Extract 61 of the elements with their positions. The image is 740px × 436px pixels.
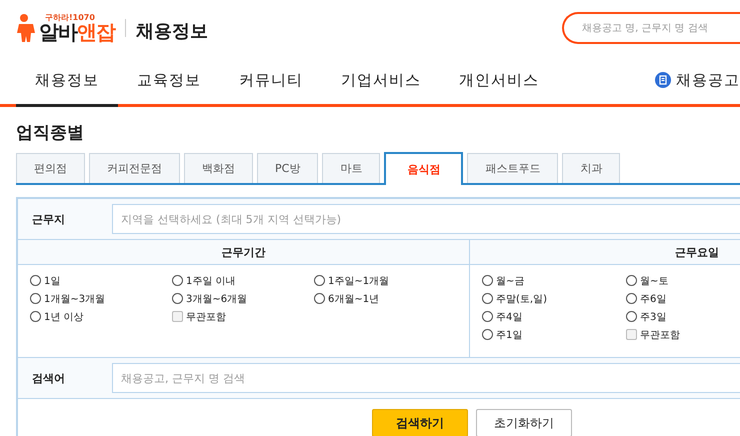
nav-menu-item[interactable]: 기업서비스 (322, 56, 440, 107)
category-tab[interactable]: 백화점 (184, 153, 253, 183)
radio-button[interactable] (482, 293, 493, 304)
category-tab[interactable]: 편의점 (16, 153, 85, 183)
option-label: 6개월~1년 (328, 292, 380, 306)
group-title: 근무요일 (675, 244, 719, 260)
radio-button[interactable] (626, 311, 637, 322)
option-label: 무관포함 (640, 328, 680, 342)
search-button[interactable]: 검색하기 (372, 409, 468, 436)
option-label: 1일 (44, 274, 60, 288)
radio-button[interactable] (626, 275, 637, 286)
radio-button[interactable] (314, 275, 325, 286)
page-title: 업직종별 (16, 122, 85, 144)
field-label: 근무지 (31, 212, 66, 226)
option-label: 무관포함 (186, 310, 226, 324)
option-label: 주6일 (640, 292, 666, 306)
keyword-field[interactable]: 채용공고, 근무지 명 검색 (112, 363, 740, 393)
nav-menu-item[interactable]: 개인서비스 (440, 56, 558, 107)
radio-button[interactable] (30, 311, 41, 322)
nav-menu-item[interactable]: 채용정보 (16, 56, 118, 107)
nav-menu-item[interactable]: 교육정보 (118, 56, 220, 107)
section-title: 채용정보 (136, 20, 208, 43)
category-tab[interactable]: 치과 (562, 153, 620, 183)
option-label: 월~금 (496, 274, 524, 288)
radio-button[interactable] (172, 275, 183, 286)
category-tab[interactable]: 커피전문점 (89, 153, 180, 183)
radio-button[interactable] (482, 311, 493, 322)
category-tab[interactable]: 패스트푸드 (467, 153, 558, 183)
option-label: 1주일 이내 (186, 274, 236, 288)
option-label: 3개월~6개월 (186, 292, 248, 306)
logo-text: 알바앤잡 (39, 22, 115, 42)
radio-button[interactable] (172, 293, 183, 304)
option-label: 주3일 (640, 310, 666, 324)
option-label: 월~토 (640, 274, 668, 288)
checkbox[interactable] (626, 329, 637, 340)
checkbox[interactable] (172, 311, 183, 322)
field-label: 검색어 (31, 370, 66, 386)
category-tab[interactable]: 음식점 (384, 152, 464, 185)
radio-button[interactable] (482, 329, 493, 340)
option-label: 주1일 (496, 328, 522, 342)
option-label: 1년 이상 (44, 310, 84, 324)
location-field[interactable]: 지역을 선택하세요 (최대 5개 지역 선택가능) (112, 204, 740, 234)
person-logo-icon (16, 14, 36, 42)
job-posting-link[interactable]: 채용공고 (676, 70, 740, 90)
nav-menu-item[interactable]: 커뮤니티 (220, 56, 322, 107)
group-title: 근무기간 (222, 244, 266, 260)
search-field[interactable]: 채용공고 명, 근무지 명 검색 (562, 12, 740, 44)
option-label: 주말(토,일) (496, 292, 547, 306)
reset-button[interactable]: 초기화하기 (476, 409, 572, 436)
radio-button[interactable] (30, 293, 41, 304)
option-label: 주4일 (496, 310, 522, 324)
radio-button[interactable] (626, 293, 637, 304)
option-label: 1개월~3개월 (44, 292, 106, 306)
radio-button[interactable] (30, 275, 41, 286)
logo-tagline: 구하라!1070 (45, 14, 96, 22)
radio-button[interactable] (482, 275, 493, 286)
radio-button[interactable] (314, 293, 325, 304)
document-icon (655, 72, 671, 88)
category-tab[interactable]: PC방 (257, 153, 318, 183)
option-label: 1주일~1개월 (328, 274, 390, 288)
category-tab[interactable]: 마트 (322, 153, 380, 183)
